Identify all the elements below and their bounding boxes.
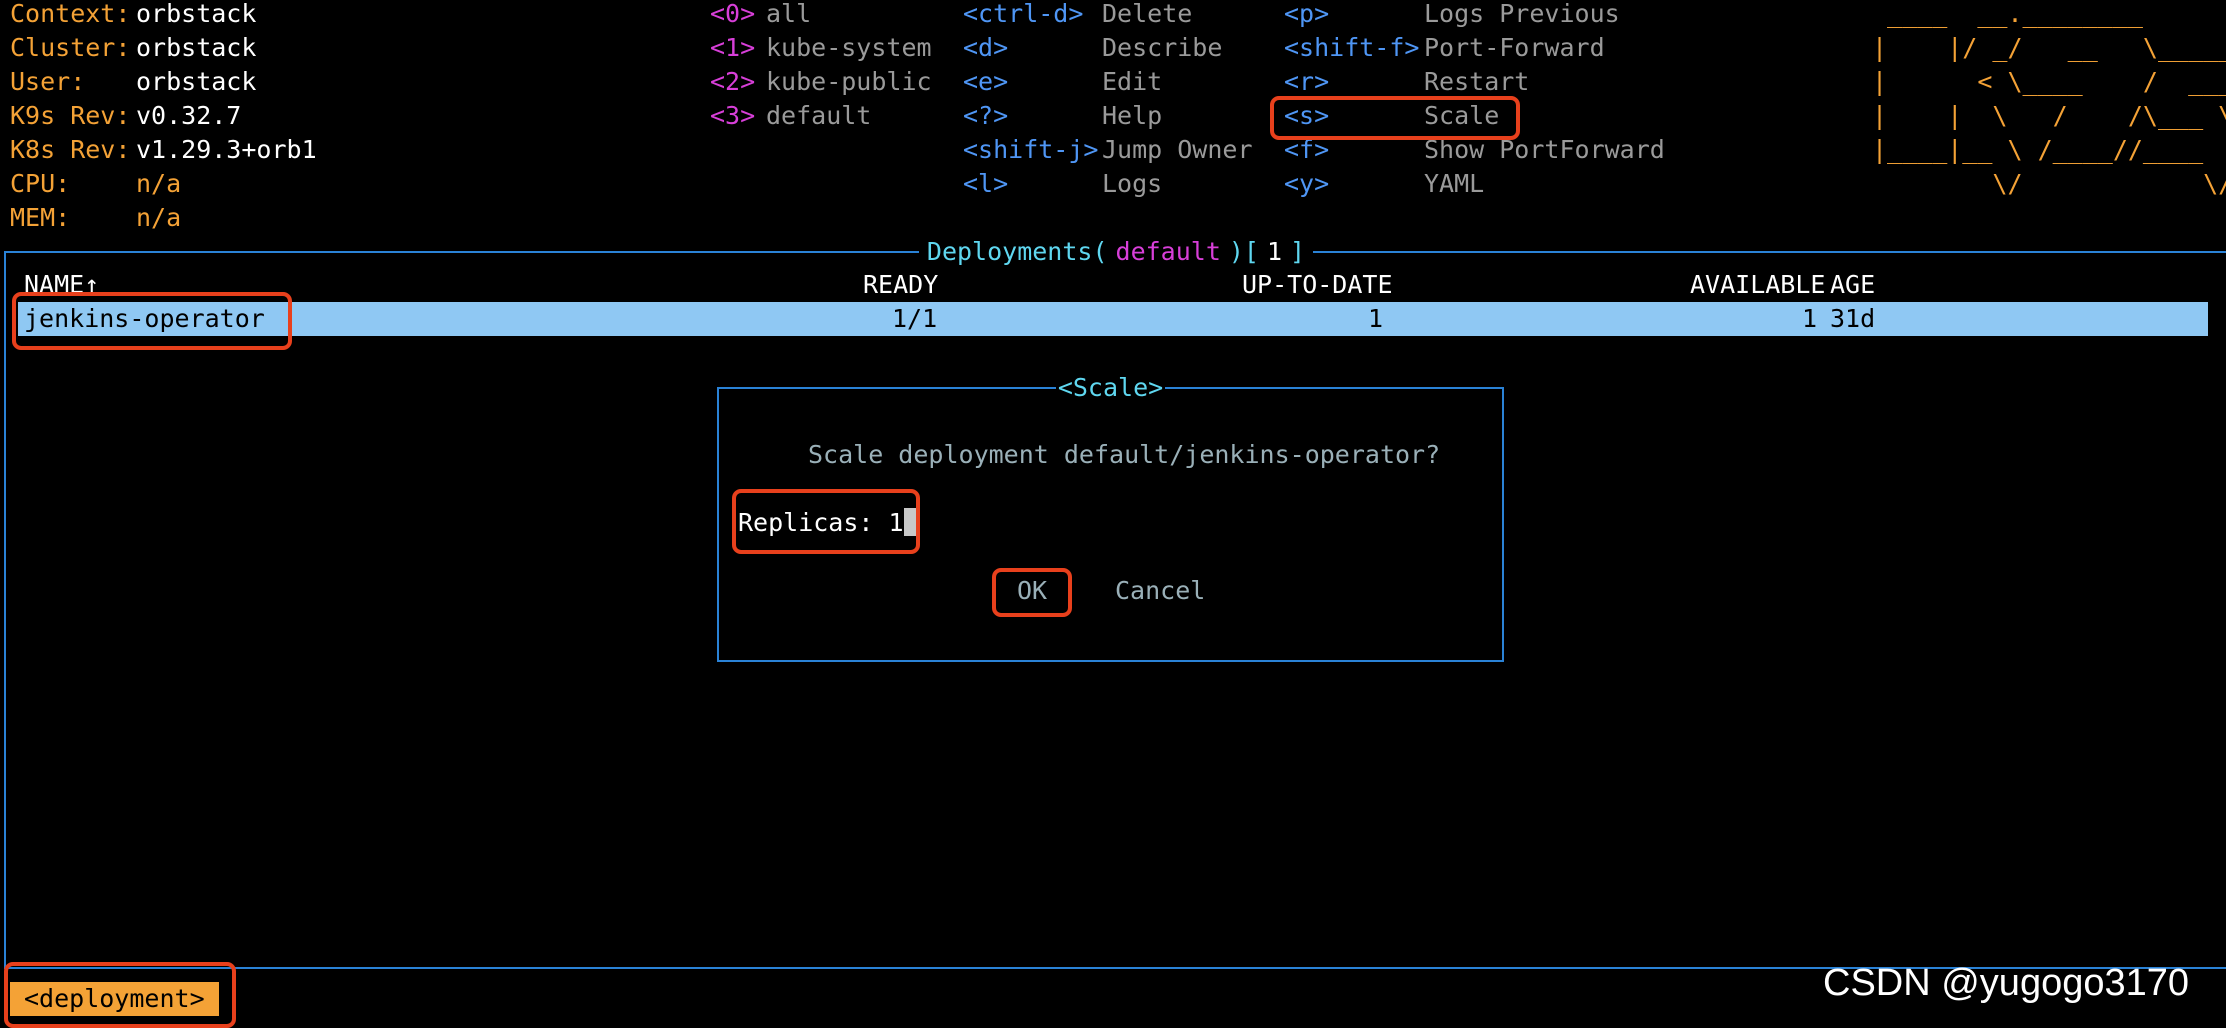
- cpu-label: CPU:: [10, 169, 71, 198]
- cmd-key-logs[interactable]: <l>: [963, 167, 1008, 201]
- cmd-port-forward[interactable]: Port-Forward: [1424, 31, 1605, 65]
- cmd-logs[interactable]: Logs: [1102, 167, 1162, 201]
- user-value: orbstack: [136, 67, 257, 96]
- cell-up-to-date: 1: [1368, 304, 1384, 333]
- view-title-prefix: Deployments(: [922, 237, 1112, 266]
- ns-key-0[interactable]: <0>: [710, 0, 755, 31]
- context-value: orbstack: [136, 0, 257, 28]
- view-title-mid: )[: [1224, 237, 1263, 266]
- cmd-key-port-forward[interactable]: <shift-f>: [1284, 31, 1419, 65]
- ns-name-default[interactable]: default: [766, 99, 871, 133]
- dialog-title-text: <Scale>: [1055, 373, 1166, 402]
- cmd-delete[interactable]: Delete: [1102, 0, 1192, 31]
- cmd-yaml[interactable]: YAML: [1424, 167, 1484, 201]
- logo-line-1: ____ __.________: [1872, 0, 2143, 28]
- k8s-rev-value: v1.29.3+orb1: [136, 135, 317, 164]
- cmd-key-logs-previous[interactable]: <p>: [1284, 0, 1329, 31]
- cmd-key-yaml[interactable]: <y>: [1284, 167, 1329, 201]
- cmd-edit[interactable]: Edit: [1102, 65, 1162, 99]
- ns-key-2[interactable]: <2>: [710, 65, 755, 99]
- col-header-available[interactable]: AVAILABLE: [1690, 268, 1825, 302]
- cancel-button[interactable]: Cancel: [1115, 574, 1205, 608]
- view-count: 1: [1262, 237, 1287, 266]
- view-title: Deployments(default)[1]: [6, 235, 2226, 269]
- cmd-jump-owner[interactable]: Jump Owner: [1102, 133, 1253, 167]
- k8s-rev-label: K8s Rev:: [10, 135, 131, 164]
- k9s-rev-value: v0.32.7: [136, 101, 242, 130]
- watermark: CSDN @yugogo3170: [1823, 962, 2190, 1004]
- logo-line-5: |____|__ \ /____//____ >: [1872, 135, 2226, 164]
- cell-ready: 1/1: [892, 304, 938, 333]
- cmd-describe[interactable]: Describe: [1102, 31, 1222, 65]
- cmd-key-describe[interactable]: <d>: [963, 31, 1008, 65]
- cell-age: 31d: [1830, 304, 1876, 333]
- cmd-key-restart[interactable]: <r>: [1284, 65, 1329, 99]
- logo-line-2: | |/ _/ __ \______: [1872, 33, 2226, 62]
- ns-key-1[interactable]: <1>: [710, 31, 755, 65]
- row-name-highlight: [12, 292, 292, 350]
- replicas-highlight: [732, 489, 920, 554]
- cluster-label: Cluster:: [10, 33, 131, 62]
- col-header-age[interactable]: AGE: [1830, 268, 1875, 302]
- cmd-key-delete[interactable]: <ctrl-d>: [963, 0, 1083, 31]
- mem-value: n/a: [136, 203, 182, 232]
- dialog-question: Scale deployment default/jenkins-operato…: [808, 440, 1441, 469]
- ns-name-kube-public[interactable]: kube-public: [766, 65, 932, 99]
- view-title-suffix: ]: [1286, 237, 1310, 266]
- ns-name-kube-system[interactable]: kube-system: [766, 31, 932, 65]
- cmd-help[interactable]: Help: [1102, 99, 1162, 133]
- col-header-ready[interactable]: READY: [863, 268, 938, 302]
- ok-button-highlight: [992, 568, 1072, 617]
- user-label: User:: [10, 67, 86, 96]
- scale-shortcut-highlight: [1270, 96, 1520, 140]
- k9s-rev-label: K9s Rev:: [10, 101, 131, 130]
- cpu-value: n/a: [136, 169, 182, 198]
- cmd-key-edit[interactable]: <e>: [963, 65, 1008, 99]
- logo-line-6: \/ \/: [1872, 169, 2226, 198]
- table-row[interactable]: jenkins-operator 1/1 1 1 31d: [18, 302, 2208, 336]
- cluster-value: orbstack: [136, 33, 257, 62]
- cmd-key-help[interactable]: <?>: [963, 99, 1008, 133]
- dialog-title: <Scale>: [719, 371, 1502, 405]
- col-header-up-to-date[interactable]: UP-TO-DATE: [1242, 268, 1393, 302]
- ns-name-all[interactable]: all: [766, 0, 811, 31]
- ns-key-3[interactable]: <3>: [710, 99, 755, 133]
- breadcrumb-highlight: [4, 962, 236, 1028]
- mem-label: MEM:: [10, 203, 71, 232]
- cmd-key-jump-owner[interactable]: <shift-j>: [963, 133, 1098, 167]
- logo-line-4: | | \ / /\___ \: [1872, 101, 2226, 130]
- context-label: Context:: [10, 0, 131, 28]
- cmd-restart[interactable]: Restart: [1424, 65, 1529, 99]
- cell-available: 1: [1802, 304, 1818, 333]
- logo-line-3: | < \____ / ___/: [1872, 67, 2226, 96]
- view-namespace: default: [1111, 237, 1225, 266]
- cmd-logs-previous[interactable]: Logs Previous: [1424, 0, 1620, 31]
